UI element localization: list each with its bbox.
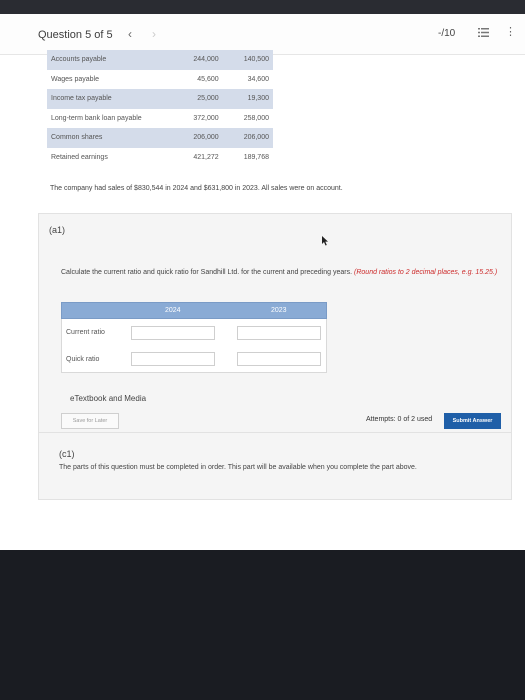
value-2023: 206,000 xyxy=(222,128,273,148)
table-row: Wages payable 45,600 34,600 xyxy=(47,69,273,89)
current-ratio-label: Current ratio xyxy=(66,329,105,336)
value-2023: 19,300 xyxy=(222,89,273,109)
instruction-main: Calculate the current ratio and quick ra… xyxy=(61,269,353,276)
list-icon[interactable] xyxy=(478,27,489,38)
value-2024: 25,000 xyxy=(171,89,223,109)
rounding-hint: (Round ratios to 2 decimal places, e.g. … xyxy=(354,269,498,276)
ratio-table: Current ratio Quick ratio xyxy=(61,319,327,373)
mouse-cursor-icon xyxy=(322,236,328,246)
part-a1-title: (a1) xyxy=(49,225,66,235)
value-2023: 189,768 xyxy=(222,147,273,167)
part-c1-note: The parts of this question must be compl… xyxy=(59,464,417,471)
value-2024: 421,272 xyxy=(171,147,223,167)
current-ratio-2024-input[interactable] xyxy=(131,326,215,340)
question-screen: Question 5 of 5 ‹ › -/10 ⋮ Accounts paya… xyxy=(0,14,525,550)
part-a1-section: (a1) Calculate the current ratio and qui… xyxy=(38,213,512,442)
quick-ratio-label: Quick ratio xyxy=(66,356,100,363)
previous-question-button[interactable]: ‹ xyxy=(128,27,132,41)
row-label: Common shares xyxy=(47,128,172,148)
part-c1-section: (c1) The parts of this question must be … xyxy=(38,432,512,500)
next-question-button[interactable]: › xyxy=(152,27,156,41)
quick-ratio-2024-input[interactable] xyxy=(131,352,215,366)
etextbook-media-link[interactable]: eTextbook and Media xyxy=(70,394,146,403)
sales-note: The company had sales of $830,544 in 202… xyxy=(50,185,343,192)
more-vertical-icon[interactable]: ⋮ xyxy=(505,27,516,38)
table-row: Income tax payable 25,000 19,300 xyxy=(47,89,273,109)
row-label: Wages payable xyxy=(47,69,172,89)
value-2024: 372,000 xyxy=(171,108,223,128)
balance-table: Accounts payable 244,000 140,500 Wages p… xyxy=(47,50,273,167)
ratio-table-header: 2024 2023 xyxy=(61,302,327,319)
value-2023: 258,000 xyxy=(222,108,273,128)
submit-answer-button[interactable]: Submit Answer xyxy=(444,413,501,429)
value-2024: 206,000 xyxy=(171,128,223,148)
row-label: Income tax payable xyxy=(47,89,172,109)
part-c1-title: (c1) xyxy=(59,449,75,459)
row-label: Long-term bank loan payable xyxy=(47,108,172,128)
question-label: Question 5 of 5 xyxy=(38,29,113,41)
table-row: Common shares 206,000 206,000 xyxy=(47,128,273,148)
column-header-2024: 2024 xyxy=(165,307,181,314)
current-ratio-2023-input[interactable] xyxy=(237,326,321,340)
value-2023: 34,600 xyxy=(222,69,273,89)
quick-ratio-2023-input[interactable] xyxy=(237,352,321,366)
table-row: Long-term bank loan payable 372,000 258,… xyxy=(47,108,273,128)
table-row: Accounts payable 244,000 140,500 xyxy=(47,50,273,70)
value-2023: 140,500 xyxy=(222,50,273,70)
table-row: Retained earnings 421,272 189,768 xyxy=(47,147,273,167)
attempts-counter: Attempts: 0 of 2 used xyxy=(366,416,433,423)
value-2024: 45,600 xyxy=(171,69,223,89)
instruction-text: Calculate the current ratio and quick ra… xyxy=(61,268,501,277)
top-bezel xyxy=(0,0,525,14)
score-display: -/10 xyxy=(438,28,456,39)
row-label: Retained earnings xyxy=(47,147,172,167)
question-header: Question 5 of 5 ‹ › -/10 ⋮ xyxy=(0,14,525,55)
save-for-later-button[interactable]: Save for Later xyxy=(61,413,119,429)
row-label: Accounts payable xyxy=(47,50,172,70)
column-header-2023: 2023 xyxy=(271,307,287,314)
value-2024: 244,000 xyxy=(171,50,223,70)
